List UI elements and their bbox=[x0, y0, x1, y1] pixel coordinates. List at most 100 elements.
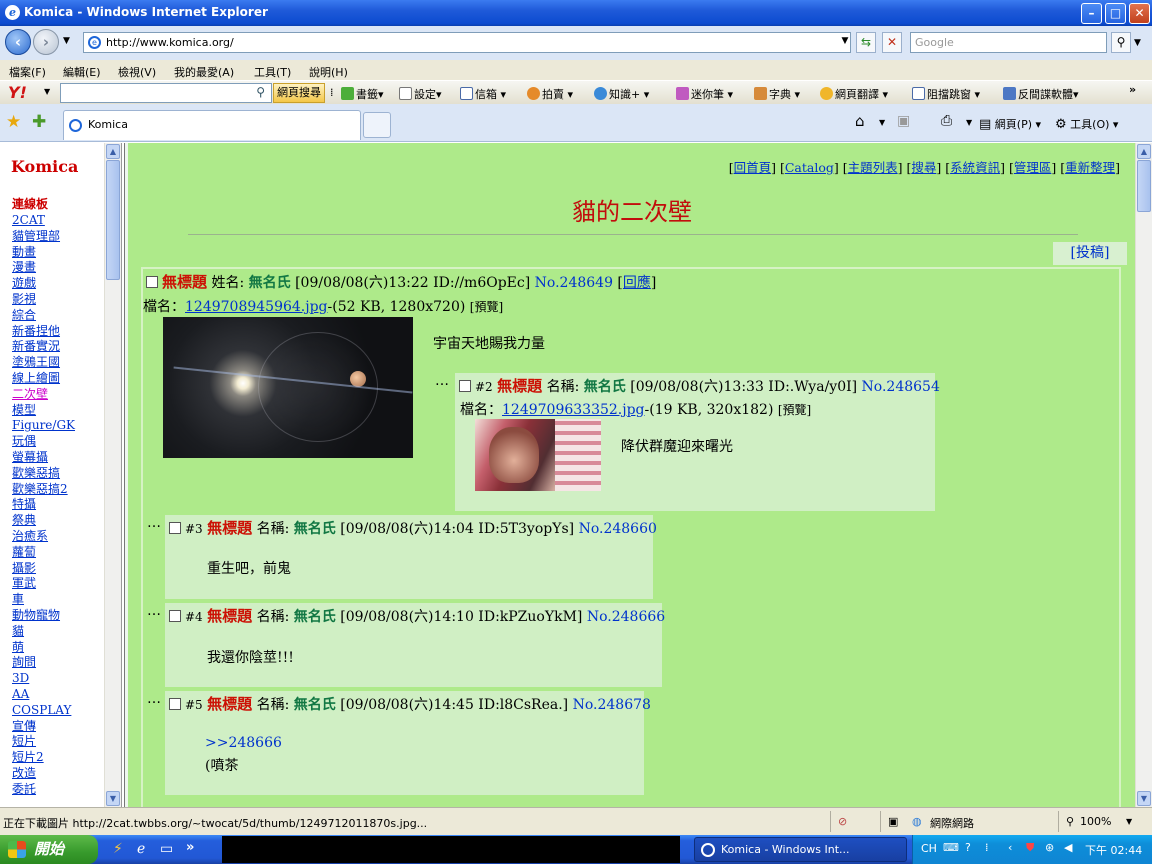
sidebar-board-link[interactable]: 詢問 bbox=[12, 655, 75, 671]
scroll-thumb[interactable] bbox=[1137, 160, 1151, 212]
post-button[interactable]: [投稿] bbox=[1053, 242, 1127, 265]
yahoo-search-button[interactable]: 網頁搜尋 bbox=[273, 83, 325, 103]
sidebar-board-link[interactable]: 宣傳 bbox=[12, 719, 75, 735]
op-delete-checkbox[interactable] bbox=[146, 276, 158, 288]
sidebar-board-link[interactable]: 模型 bbox=[12, 403, 75, 419]
language-indicator[interactable]: CH bbox=[921, 842, 937, 855]
yahoo-logo[interactable]: Y! bbox=[8, 83, 27, 102]
back-button[interactable]: ‹ bbox=[5, 29, 31, 55]
op-post-number[interactable]: No.248649 bbox=[535, 275, 613, 291]
tab-komica[interactable]: Komica bbox=[63, 110, 361, 140]
minimize-button[interactable]: – bbox=[1081, 3, 1102, 24]
catalog-link[interactable]: Catalog bbox=[785, 160, 834, 175]
sidebar-board-link[interactable]: 萌 bbox=[12, 640, 75, 656]
sidebar-board-link[interactable]: 蘿蔔 bbox=[12, 545, 75, 561]
main-scrollbar[interactable]: ▲ ▼ bbox=[1135, 143, 1152, 807]
yahoo-menu-dropdown-icon[interactable]: ▼ bbox=[44, 87, 50, 96]
sidebar-board-link[interactable]: 短片 bbox=[12, 734, 75, 750]
refresh-link[interactable]: 重新整理 bbox=[1065, 160, 1115, 175]
system-info-link[interactable]: 系統資訊 bbox=[950, 160, 1000, 175]
sidebar-board-link[interactable]: 玩偶 bbox=[12, 434, 75, 450]
dictionary-button[interactable]: 字典 ▾ bbox=[754, 86, 800, 102]
menu-favorites[interactable]: 我的最愛(A) bbox=[174, 64, 234, 80]
home-icon[interactable]: ⌂ bbox=[855, 112, 865, 130]
tools-menu[interactable]: ⚙ 工具(O) ▾ bbox=[1055, 116, 1118, 132]
reply-delete-checkbox[interactable] bbox=[459, 380, 471, 392]
sidebar-board-link[interactable]: 3D bbox=[12, 671, 75, 687]
sidebar-board-link[interactable]: Figure/GK bbox=[12, 418, 75, 434]
menu-file[interactable]: 檔案(F) bbox=[9, 64, 46, 80]
menu-help[interactable]: 說明(H) bbox=[309, 64, 348, 80]
keyboard-icon[interactable]: ⌨ bbox=[943, 841, 959, 854]
menu-edit[interactable]: 編輯(E) bbox=[63, 64, 101, 80]
mini-notes-button[interactable]: 迷你筆 ▾ bbox=[676, 86, 733, 102]
forward-button[interactable]: › bbox=[33, 29, 59, 55]
reply-delete-checkbox[interactable] bbox=[169, 522, 181, 534]
scroll-up-icon[interactable]: ▲ bbox=[1137, 144, 1151, 159]
tray-collapse-icon[interactable]: ‹ bbox=[1008, 841, 1012, 854]
sidebar-board-link[interactable]: 漫畫 bbox=[12, 260, 75, 276]
sidebar-board-link[interactable]: 特攝 bbox=[12, 497, 75, 513]
sidebar-board-link[interactable]: 塗鴉王國 bbox=[12, 355, 75, 371]
antispy-button[interactable]: 反間諜軟體▾ bbox=[1003, 86, 1079, 102]
feeds-icon[interactable]: ▣ bbox=[897, 113, 910, 129]
quicklaunch-overflow-icon[interactable]: » bbox=[186, 840, 194, 855]
reply-delete-checkbox[interactable] bbox=[169, 698, 181, 710]
sidebar-board-link[interactable]: 改造 bbox=[12, 766, 75, 782]
sidebar-board-link[interactable]: 2CAT bbox=[12, 213, 75, 229]
help-icon[interactable]: ? bbox=[965, 841, 971, 854]
phishing-filter-icon[interactable]: ⊘ bbox=[838, 815, 847, 828]
reply-delete-checkbox[interactable] bbox=[169, 610, 181, 622]
sidebar-board-link[interactable]: COSPLAY bbox=[12, 703, 75, 719]
reply-post-number[interactable]: No.248654 bbox=[862, 379, 940, 395]
stop-button[interactable]: ✕ bbox=[882, 32, 902, 53]
auction-button[interactable]: 拍賣 ▾ bbox=[527, 86, 573, 102]
thread-list-link[interactable]: 主題列表 bbox=[848, 160, 898, 175]
zoom-dropdown-icon[interactable]: ▼ bbox=[1126, 817, 1132, 826]
sidebar-board-link[interactable]: 新番捏他 bbox=[12, 324, 75, 340]
history-dropdown-icon[interactable]: ▼ bbox=[63, 36, 70, 46]
sidebar-board-link[interactable]: 動畫 bbox=[12, 245, 75, 261]
op-preview-link[interactable]: [預覽] bbox=[470, 300, 503, 314]
address-dropdown-icon[interactable]: ▼ bbox=[835, 32, 855, 53]
reply-post-number[interactable]: No.248666 bbox=[587, 609, 665, 625]
sidebar-board-link[interactable]: 委託 bbox=[12, 782, 75, 798]
sidebar-board-link[interactable]: 綜合 bbox=[12, 308, 75, 324]
settings-button[interactable]: 設定▾ bbox=[399, 86, 442, 102]
print-dropdown-icon[interactable]: ▼ bbox=[966, 118, 972, 127]
left-scrollbar[interactable]: ▲ ▼ bbox=[104, 143, 121, 807]
sidebar-board-link[interactable]: 車 bbox=[12, 592, 75, 608]
reply-post-number[interactable]: No.248660 bbox=[579, 521, 657, 537]
knowledge-button[interactable]: 知識+ ▾ bbox=[594, 86, 649, 102]
menu-tools[interactable]: 工具(T) bbox=[254, 64, 291, 80]
popup-blocker-button[interactable]: 阻擋跳窗 ▾ bbox=[912, 86, 980, 102]
quicklaunch-desktop-icon[interactable]: ▭ bbox=[160, 841, 173, 857]
op-thumbnail-image[interactable] bbox=[163, 317, 413, 458]
page-menu[interactable]: ▤ 網頁(P) ▾ bbox=[979, 116, 1041, 132]
sidebar-board-link[interactable]: 遊戲 bbox=[12, 276, 75, 292]
reply-thumbnail-image[interactable] bbox=[475, 419, 601, 491]
scroll-down-icon[interactable]: ▼ bbox=[106, 791, 120, 806]
site-brand[interactable]: Komica bbox=[11, 157, 78, 176]
search-input[interactable]: Google bbox=[910, 32, 1107, 53]
new-tab-button[interactable] bbox=[363, 112, 391, 138]
quicklaunch-app-icon[interactable]: ⚡ bbox=[113, 841, 123, 857]
op-reply-link[interactable]: 回應 bbox=[623, 275, 651, 291]
admin-link[interactable]: 管理區 bbox=[1014, 160, 1052, 175]
sidebar-board-link[interactable]: 軍武 bbox=[12, 576, 75, 592]
reply-preview-link[interactable]: [預覽] bbox=[778, 403, 811, 417]
reply-file-link[interactable]: 1249709633352.jpg bbox=[502, 402, 645, 418]
search-options-dropdown-icon[interactable]: ▼ bbox=[1134, 38, 1141, 48]
scroll-up-icon[interactable]: ▲ bbox=[106, 144, 120, 159]
menu-view[interactable]: 檢視(V) bbox=[118, 64, 156, 80]
volume-icon[interactable]: ◀ bbox=[1064, 841, 1072, 854]
clock[interactable]: 下午 02:44 bbox=[1085, 842, 1142, 858]
sidebar-board-link[interactable]: 貓管理部 bbox=[12, 229, 75, 245]
maximize-button[interactable]: □ bbox=[1105, 3, 1126, 24]
tray-options-icon[interactable]: ⁞ bbox=[985, 841, 989, 854]
op-file-link[interactable]: 1249708945964.jpg bbox=[185, 299, 328, 315]
sidebar-board-link[interactable]: 歡樂惡搞2 bbox=[12, 482, 75, 498]
reply-post-number[interactable]: No.248678 bbox=[573, 697, 651, 713]
sidebar-board-link[interactable]: 螢幕攝 bbox=[12, 450, 75, 466]
sidebar-board-link[interactable]: 新番實況 bbox=[12, 339, 75, 355]
